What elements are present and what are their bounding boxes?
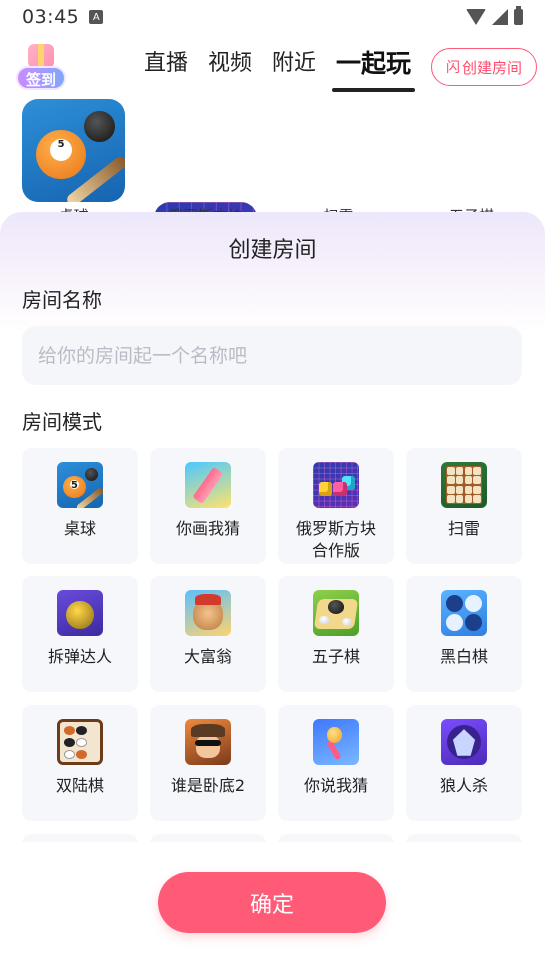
spy-icon — [185, 719, 231, 765]
mode-card-partial[interactable] — [406, 834, 522, 842]
mode-grid: 桌球 你画我猜 俄罗斯方块合作版 扫雷 拆弹达人 — [22, 448, 522, 842]
backgammon-icon — [57, 719, 103, 765]
mode-label: 谁是卧底2 — [170, 776, 246, 795]
mode-label: 你画我猜 — [175, 519, 240, 538]
wifi-icon — [466, 9, 486, 25]
accessibility-a-icon: A — [89, 10, 104, 24]
mode-label: 黑白棋 — [439, 647, 488, 666]
monopoly-icon — [185, 590, 231, 636]
battery-icon — [514, 6, 523, 25]
room-name-label: 房间名称 — [22, 288, 102, 312]
say-guess-icon — [313, 719, 359, 765]
flash-icon: 闪 — [445, 60, 460, 76]
mode-label: 拆弹达人 — [47, 647, 112, 666]
mode-card-reversi[interactable]: 黑白棋 — [406, 576, 522, 692]
mode-card-tetris[interactable]: 俄罗斯方块 合作版 — [278, 448, 394, 564]
mode-card-say-guess[interactable]: 你说我猜 — [278, 705, 394, 821]
pool-icon[interactable] — [22, 99, 125, 202]
werewolf-icon — [441, 719, 487, 765]
mode-card-minesweeper[interactable]: 扫雷 — [406, 448, 522, 564]
mode-card-spy[interactable]: 谁是卧底2 — [150, 705, 266, 821]
create-room-button[interactable]: 闪 创建房间 — [431, 48, 537, 86]
minesweeper-icon — [441, 462, 487, 508]
signal-icon — [492, 9, 508, 25]
status-bar: 03:45 A — [0, 0, 545, 34]
mode-card-backgammon[interactable]: 双陆棋 — [22, 705, 138, 821]
sheet-title: 创建房间 — [228, 238, 317, 263]
draw-guess-icon — [185, 462, 231, 508]
pool-icon — [57, 462, 103, 508]
mode-card-werewolf[interactable]: 狼人杀 — [406, 705, 522, 821]
reversi-icon — [441, 590, 487, 636]
top-nav: 签到 直播 视频 附近 一起玩 闪 创建房间 — [0, 40, 545, 98]
tab-video[interactable]: 视频 — [198, 40, 262, 88]
mode-card-gomoku[interactable]: 五子棋 — [278, 576, 394, 692]
tab-play-together[interactable]: 一起玩 — [326, 40, 421, 92]
mode-label: 你说我猜 — [303, 776, 368, 795]
game-strip: 桌球 俄罗斯方块 22 232 2 扫雷 五子棋 — [0, 99, 545, 511]
mode-card-partial[interactable] — [150, 834, 266, 842]
mode-label: 桌球 — [63, 519, 96, 538]
room-mode-label: 房间模式 — [22, 410, 102, 434]
mode-card-pool[interactable]: 桌球 — [22, 448, 138, 564]
signin-button[interactable]: 签到 — [16, 44, 66, 92]
mode-label: 狼人杀 — [439, 776, 488, 795]
mode-card-monopoly[interactable]: 大富翁 — [150, 576, 266, 692]
gift-icon — [28, 44, 54, 68]
mode-label: 双陆棋 — [55, 776, 104, 795]
create-room-label: 创建房间 — [461, 58, 522, 77]
confirm-button[interactable]: 确定 — [158, 872, 386, 933]
tab-nearby[interactable]: 附近 — [262, 40, 326, 88]
status-indicators — [466, 6, 523, 25]
nav-tabs: 直播 视频 附近 一起玩 — [134, 40, 421, 92]
tetris-icon — [313, 462, 359, 508]
room-name-input[interactable] — [22, 326, 522, 385]
bomb-icon — [57, 590, 103, 636]
mode-card-partial[interactable] — [22, 834, 138, 842]
mode-card-partial[interactable] — [278, 834, 394, 842]
status-time: 03:45 — [22, 6, 80, 28]
create-room-sheet: 创建房间 房间名称 房间模式 桌球 你画我猜 俄罗斯方块合作版 — [0, 212, 545, 971]
mode-card-draw-guess[interactable]: 你画我猜 — [150, 448, 266, 564]
mode-card-bomb[interactable]: 拆弹达人 — [22, 576, 138, 692]
mode-label: 五子棋 — [311, 647, 360, 666]
gomoku-icon — [313, 590, 359, 636]
signin-label: 签到 — [16, 66, 66, 90]
mode-label: 俄罗斯方块 合作版 — [295, 519, 376, 560]
tab-live[interactable]: 直播 — [134, 40, 198, 88]
mode-label: 扫雷 — [447, 519, 480, 538]
mode-label: 大富翁 — [183, 647, 232, 666]
